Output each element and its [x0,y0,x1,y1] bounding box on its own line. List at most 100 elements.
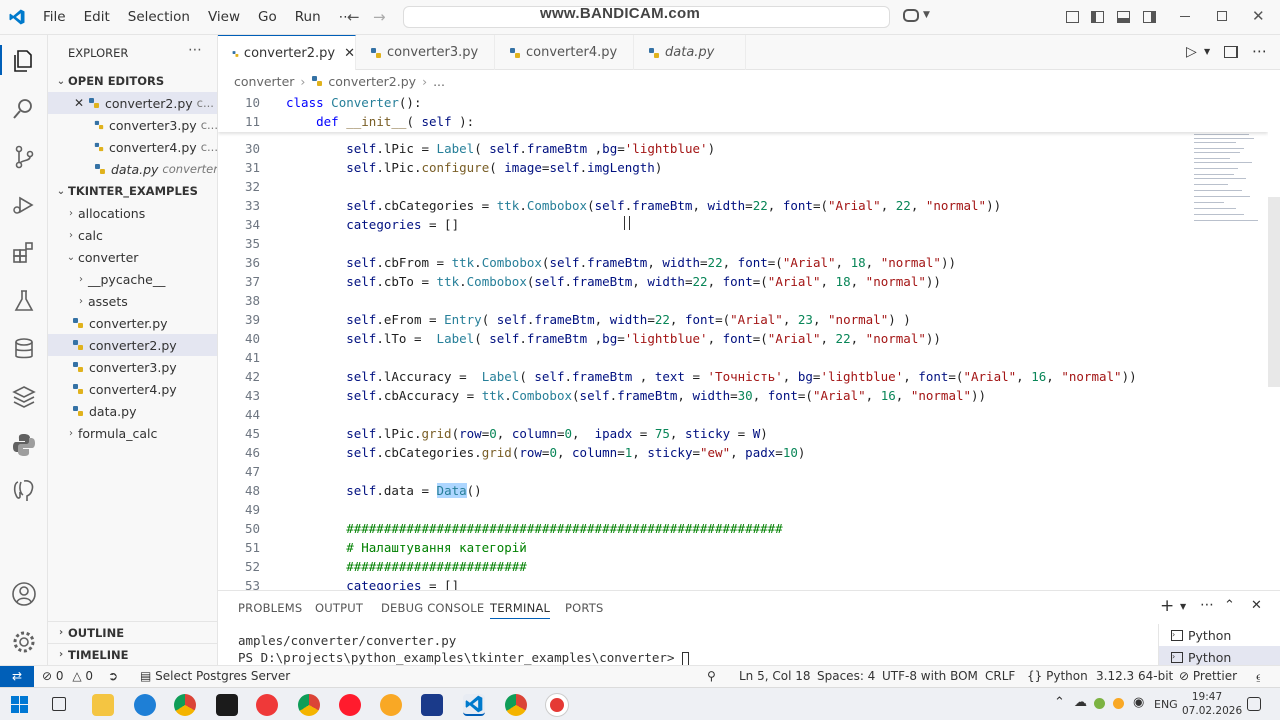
opera-browser-icon[interactable] [339,694,361,716]
chrome-canary-icon[interactable] [380,694,402,716]
edge-browser-icon[interactable] [134,694,156,716]
explorer-icon[interactable] [10,47,38,75]
more-actions-icon[interactable]: ⋯ [1252,42,1267,60]
problems-status[interactable]: ⊘ 0 △ 0 [42,669,93,683]
panel-tab-debug-console[interactable]: DEBUG CONSOLE [381,601,484,615]
code-editor[interactable]: 10 class Converter(): 11 def __init__( sel… [218,92,1268,590]
code-line[interactable]: 47 [218,462,1268,481]
tree-folder[interactable]: ⌄ converter [48,246,217,268]
maximize-panel-icon[interactable]: ⌃ [1224,598,1235,613]
tree-folder[interactable]: › formula_calc [48,422,217,444]
code-line[interactable]: 42 self.lAccuracy = Label( self.frameBtm… [218,367,1268,386]
show-hidden-icons-icon[interactable]: ⌃ [1054,695,1065,710]
tab-data[interactable]: data.py [634,35,746,70]
panel-tab-terminal[interactable]: TERMINAL [490,601,551,619]
run-debug-icon[interactable] [10,191,38,219]
terminal-prompt-line[interactable]: PS D:\projects\python_examples\tkinter_e… [238,650,690,666]
outline-section[interactable]: › OUTLINE [48,621,217,643]
tree-folder[interactable]: › calc [48,224,217,246]
close-panel-icon[interactable]: ✕ [1251,598,1262,613]
tree-folder[interactable]: › allocations [48,202,217,224]
terminal-instance-item[interactable]: › Python [1158,624,1280,646]
code-line[interactable]: 36 self.cbFrom = ttk.Combobox(self.frame… [218,253,1268,272]
breadcrumb-folder[interactable]: converter [234,74,294,89]
postgres-status[interactable]: ▤ Select Postgres Server [140,669,290,683]
notifications-bell-icon[interactable]: ⍷ [1255,669,1262,684]
source-control-icon[interactable] [10,143,38,171]
menu-selection[interactable]: Selection [128,9,190,25]
forward-arrow-icon[interactable]: → [373,8,386,26]
task-view-icon[interactable] [52,697,66,711]
copilot-icon[interactable] [903,9,919,22]
code-line[interactable]: 49 [218,500,1268,519]
tab-converter4[interactable]: converter4.py [495,35,634,70]
settings-gear-icon[interactable] [10,628,38,656]
tree-file[interactable]: data.py [48,400,217,422]
split-editor-icon[interactable] [1224,46,1238,58]
open-editor-item[interactable]: converter4.py c... [48,136,217,158]
status-tray-icon[interactable] [1094,698,1105,709]
remote-indicator[interactable]: ⇄ [0,666,34,688]
code-line[interactable]: 43 self.cbAccuracy = ttk.Combobox(self.f… [218,386,1268,405]
testing-flask-icon[interactable] [10,287,38,315]
close-tab-icon[interactable]: ✕ [344,46,355,61]
chrome-browser-icon[interactable] [174,694,196,716]
chrome-profile-icon[interactable] [505,694,527,716]
indentation[interactable]: Spaces: 4 [817,669,875,683]
open-editor-item[interactable]: ✕ converter2.py c... [48,92,217,114]
wifi-icon[interactable]: ◉ [1133,695,1144,710]
panel-tab-ports[interactable]: PORTS [565,601,603,615]
tree-folder[interactable]: › __pycache__ [48,268,217,290]
menu-run[interactable]: Run [295,9,321,25]
code-line[interactable]: 48 self.data = Data() [218,481,1268,500]
chevron-down-icon[interactable]: ▼ [923,10,930,20]
new-terminal-icon[interactable]: + [1160,596,1174,616]
bandicam-record-icon[interactable] [546,694,568,716]
sticky-code-line[interactable]: 10 class Converter(): [218,93,1268,112]
vivaldi-browser-icon[interactable] [256,694,278,716]
notification-center-icon[interactable] [1247,697,1261,711]
menu-file[interactable]: File [43,9,66,25]
workspace-section[interactable]: ⌄ TKINTER_EXAMPLES [48,180,217,202]
sticky-code-line[interactable]: 11 def __init__( self ): [218,112,1268,131]
tab-converter2[interactable]: converter2.py ✕ [218,35,356,71]
keyboard-language[interactable]: ENG [1154,698,1178,711]
live-share-icon[interactable]: ➲ [108,669,118,683]
code-line[interactable]: 40 self.lTo = Label( self.frameBtm ,bg='… [218,329,1268,348]
run-file-icon[interactable]: ▷ [1186,44,1197,60]
layers-icon[interactable] [10,383,38,411]
chrome-browser-icon[interactable] [298,694,320,716]
menu-go[interactable]: Go [258,9,277,25]
panel-tab-output[interactable]: OUTPUT [315,601,363,615]
layout-customize-icon[interactable] [1066,11,1079,23]
tree-file[interactable]: converter4.py [48,378,217,400]
back-arrow-icon[interactable]: ← [347,8,360,26]
more-actions-icon[interactable]: ⋯ [1200,597,1214,613]
tree-file[interactable]: converter3.py [48,356,217,378]
file-encoding[interactable]: UTF-8 with BOM [882,669,978,683]
tree-file-selected[interactable]: converter2.py [48,334,217,356]
postgres-elephant-icon[interactable] [10,477,38,505]
code-line[interactable]: 34 categories = [] [218,215,1268,234]
tray-app-icon[interactable] [1113,698,1124,709]
end-of-line[interactable]: CRLF [985,669,1015,683]
chevron-down-icon[interactable]: ▼ [1204,47,1210,56]
cloud-icon[interactable]: ☁ [1074,695,1087,710]
code-line[interactable]: 53 categories = [] [218,576,1268,590]
vscode-taskbar-icon[interactable] [463,694,485,716]
database-icon[interactable] [10,335,38,363]
code-line[interactable]: 45 self.lPic.grid(row=0, column=0, ipadx… [218,424,1268,443]
open-editor-item[interactable]: converter3.py c... [48,114,217,136]
sticky-scroll-header[interactable]: 10 class Converter(): 11 def __init__( sel… [218,92,1268,132]
prettier-status[interactable]: ⊘ Prettier [1179,669,1237,683]
code-line[interactable]: 39 self.eFrom = Entry( self.frameBtm, wi… [218,310,1268,329]
cursor-position[interactable]: Ln 5, Col 18 [739,669,811,683]
menu-edit[interactable]: Edit [84,9,110,25]
python-interpreter[interactable]: 3.12.3 64-bit [1096,669,1173,683]
code-line[interactable]: 44 [218,405,1268,424]
open-editor-item[interactable]: data.py converter [48,158,217,180]
chevron-down-icon[interactable]: ▼ [1180,602,1186,611]
minimize-icon[interactable] [1180,16,1190,17]
code-line[interactable]: 50 #####################################… [218,519,1268,538]
code-line[interactable]: 31 self.lPic.configure( image=self.imgLe… [218,158,1268,177]
